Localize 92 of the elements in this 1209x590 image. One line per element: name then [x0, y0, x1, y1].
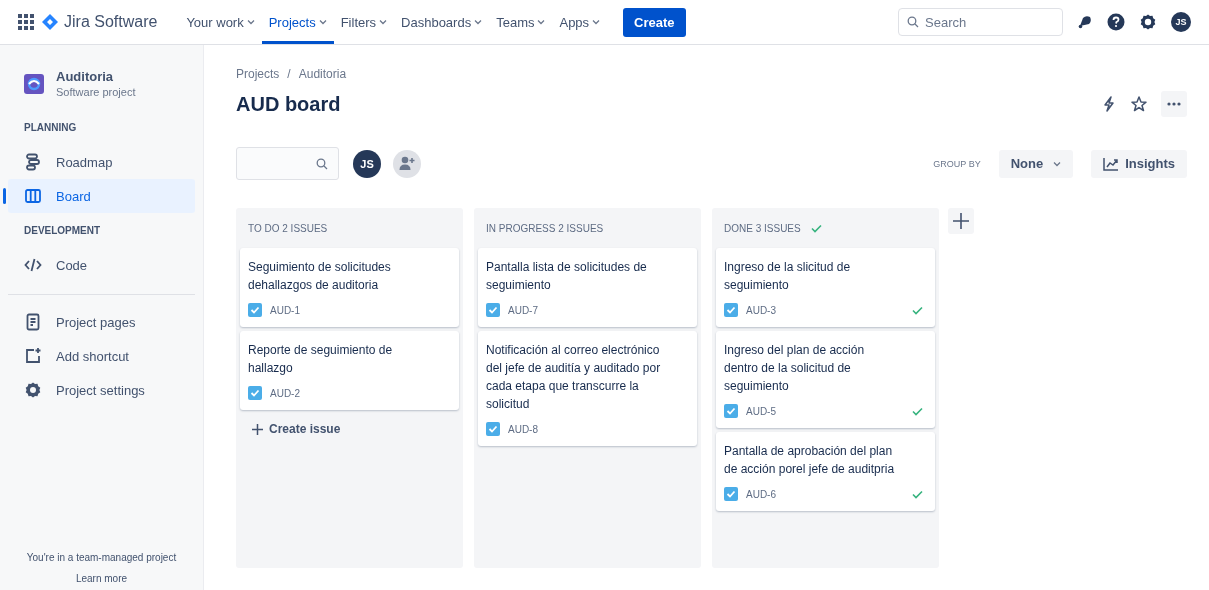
nav-menu-item[interactable]: Dashboards	[394, 0, 490, 44]
issue-summary: Ingreso del plan de acción dentro de la solicitud de seguimiento	[724, 342, 866, 395]
settings-icon[interactable]	[1139, 13, 1157, 31]
nav-menu-item[interactable]: Apps	[552, 0, 608, 44]
sidebar-item[interactable]: Code	[8, 248, 195, 282]
logo-icon	[42, 14, 58, 30]
issue-card[interactable]: Reporte de seguimiento de hallazgo AUD-2	[240, 331, 459, 410]
issue-card[interactable]: Ingreso de la slicitud de seguimiento AUD-3	[716, 248, 935, 327]
project-avatar-icon	[24, 73, 44, 94]
search-icon	[907, 16, 919, 28]
insights-button[interactable]: Insights	[1091, 149, 1187, 178]
task-icon	[486, 303, 500, 317]
user-avatar[interactable]: JS	[353, 149, 381, 178]
issue-summary: Seguimiento de solicitudes dehallazgos de auditoria	[248, 259, 392, 294]
selection-indicator	[3, 188, 6, 204]
chevron-down-icon	[246, 18, 255, 26]
lightning-icon[interactable]	[1101, 96, 1117, 112]
issue-key: AUD-8	[508, 423, 538, 435]
project-name: Auditoria	[56, 69, 115, 84]
breadcrumb-link[interactable]: Auditoria	[298, 67, 347, 81]
group-by-label: GROUP BY	[933, 158, 981, 169]
board-search-field[interactable]	[236, 147, 339, 180]
issue-key: AUD-1	[270, 304, 300, 316]
issue-card[interactable]: Pantalla lista de solicitudes de seguimiento AUD-7	[478, 248, 697, 327]
roadmap-icon	[24, 153, 42, 171]
chart-icon	[1103, 156, 1120, 171]
column-title: TO DO 2 ISSUES	[248, 222, 328, 234]
sidebar-item[interactable]: Roadmap	[8, 145, 195, 179]
task-icon	[724, 303, 738, 317]
team-managed-note: You're in a team-managed project	[26, 552, 177, 563]
sidebar-item[interactable]: Add shortcut	[8, 339, 195, 373]
search-icon	[316, 157, 328, 170]
issue-card[interactable]: Notificación al correo electrónico del jefe de auditía y auditado por cada etapa que transcurre la solicitud AUD-8	[478, 331, 697, 446]
issue-card[interactable]: Seguimiento de solicitudes dehallazgos de auditoria AUD-1	[240, 248, 459, 327]
create-button[interactable]: Create	[623, 7, 686, 37]
task-icon	[248, 386, 262, 400]
chevron-down-icon	[318, 18, 327, 26]
breadcrumb-separator: /	[287, 67, 291, 81]
issue-summary: Ingreso de la slicitud de seguimiento	[724, 259, 852, 294]
section-heading: PLANNING	[23, 122, 78, 133]
add-people-icon[interactable]	[393, 149, 421, 178]
board-icon	[24, 187, 42, 205]
notification-icon[interactable]	[1077, 14, 1093, 30]
issue-key: AUD-7	[508, 304, 538, 316]
add-shortcut-icon	[24, 347, 42, 365]
code-icon	[24, 256, 42, 274]
learn-more-link[interactable]: Learn more	[75, 573, 128, 584]
chevron-down-icon	[1053, 159, 1062, 168]
more-icon	[1167, 102, 1181, 106]
search-field[interactable]: Search	[898, 8, 1063, 36]
issue-key: AUD-5	[746, 405, 776, 417]
nav-menu-item[interactable]: Filters	[333, 0, 395, 44]
user-avatar[interactable]: JS	[1171, 12, 1191, 32]
chevron-down-icon	[474, 18, 483, 26]
chevron-down-icon	[379, 18, 388, 26]
nav-menu-item[interactable]: Teams	[489, 0, 553, 44]
plus-icon	[252, 423, 263, 435]
column-title: IN PROGRESS 2 ISSUES	[486, 222, 604, 234]
section-heading: DEVELOPMENT	[23, 225, 102, 236]
task-icon	[248, 303, 262, 317]
app-grid-icon[interactable]	[18, 14, 34, 30]
issue-card[interactable]: Pantalla de aprobación del plan de acción porel jefe de auditpria AUD-6	[716, 432, 935, 511]
nav-menu-item[interactable]: Projects	[261, 0, 334, 44]
create-issue-button[interactable]: Create issue	[240, 414, 353, 444]
issue-card[interactable]: Ingreso del plan de acción dentro de la solicitud de seguimiento AUD-5	[716, 331, 935, 428]
breadcrumb-link[interactable]: Projects	[236, 67, 280, 81]
page-icon	[24, 313, 42, 331]
issue-summary: Pantalla de aprobación del plan de acción porel jefe de auditpria	[724, 443, 896, 478]
issue-key: AUD-3	[746, 304, 776, 316]
group-by-dropdown[interactable]: None	[998, 149, 1074, 178]
settings-icon	[24, 381, 42, 399]
chevron-down-icon	[537, 18, 546, 26]
issue-summary: Reporte de seguimiento de hallazgo	[248, 342, 394, 377]
board-title: AUD board	[236, 92, 341, 116]
help-icon[interactable]	[1107, 13, 1125, 31]
nav-menu-item[interactable]: Your work	[179, 0, 262, 44]
issue-summary: Pantalla lista de solicitudes de seguimiento	[486, 259, 648, 294]
column-title: DONE 3 ISSUES	[724, 222, 801, 234]
star-icon[interactable]	[1131, 96, 1147, 112]
issue-summary: Notificación al correo electrónico del jefe de auditía y auditado por cada etapa que transcurre la solicitud	[486, 342, 662, 413]
app-name: Jira Software	[64, 13, 158, 31]
project-type: Software project	[56, 86, 136, 98]
sidebar-item[interactable]: Project settings	[8, 373, 195, 407]
task-icon	[724, 404, 738, 418]
sidebar-item[interactable]: Project pages	[8, 305, 195, 339]
task-icon	[486, 422, 500, 436]
issue-key: AUD-2	[270, 387, 300, 399]
task-icon	[724, 487, 738, 501]
add-column-button[interactable]	[948, 208, 974, 234]
chevron-down-icon	[592, 18, 601, 26]
issue-key: AUD-6	[746, 488, 776, 500]
plus-icon	[953, 213, 969, 229]
